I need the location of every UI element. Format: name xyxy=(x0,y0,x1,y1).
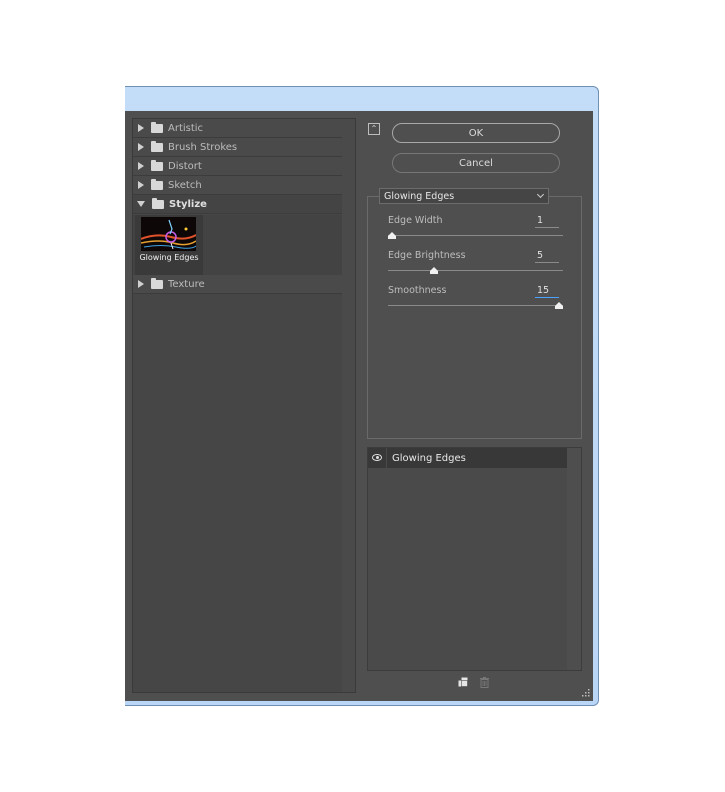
stylize-thumbnails: Glowing Edges xyxy=(133,215,343,275)
filter-gallery-dialog: Artistic Brush Strokes Distort Sketch St xyxy=(125,111,593,701)
folder-label: Distort xyxy=(168,160,202,172)
new-effect-layer-icon[interactable] xyxy=(458,677,469,688)
expand-arrow-icon[interactable] xyxy=(138,181,144,189)
filter-thumbnail-glowing-edges[interactable]: Glowing Edges xyxy=(135,215,203,275)
double-chevron-up-icon: ⌃ xyxy=(370,124,378,133)
folder-icon xyxy=(151,159,163,171)
edge-brightness-input[interactable]: 5 xyxy=(535,250,559,263)
folder-label: Sketch xyxy=(168,179,202,191)
effect-layer-glowing-edges[interactable]: Glowing Edges xyxy=(368,448,567,468)
folder-icon xyxy=(151,178,163,190)
edge-width-input[interactable]: 1 xyxy=(535,215,559,228)
effect-layers-panel: Glowing Edges xyxy=(367,447,582,671)
folder-icon xyxy=(151,121,163,133)
edge-width-slider[interactable] xyxy=(388,235,563,236)
cancel-button[interactable]: Cancel xyxy=(392,153,560,173)
folder-stylize[interactable]: Stylize xyxy=(133,195,343,214)
smoothness-input[interactable]: 15 xyxy=(535,285,559,298)
folder-label: Texture xyxy=(168,278,205,290)
folder-distort[interactable]: Distort xyxy=(133,157,343,176)
glowing-edges-thumbnail xyxy=(141,217,196,251)
folder-icon xyxy=(151,140,163,152)
ok-button[interactable]: OK xyxy=(392,123,560,143)
folder-sketch[interactable]: Sketch xyxy=(133,176,343,195)
expand-arrow-icon[interactable] xyxy=(138,280,144,288)
effect-layer-label: Glowing Edges xyxy=(392,452,466,464)
folder-label: Artistic xyxy=(168,122,204,134)
collapse-gallery-button[interactable]: ⌃ xyxy=(368,123,380,135)
edge-width-slider-thumb[interactable] xyxy=(388,232,396,239)
resize-grip-icon[interactable] xyxy=(582,689,590,697)
edge-width-label: Edge Width xyxy=(388,215,443,226)
layers-scrollbar[interactable] xyxy=(567,448,581,670)
filter-select-value: Glowing Edges xyxy=(384,190,455,202)
folder-artistic[interactable]: Artistic xyxy=(133,119,343,138)
smoothness-label: Smoothness xyxy=(388,285,447,296)
edge-brightness-slider[interactable] xyxy=(388,270,563,271)
thumbnail-label: Glowing Edges xyxy=(139,253,199,262)
eye-icon[interactable] xyxy=(368,448,387,468)
folder-brush-strokes[interactable]: Brush Strokes xyxy=(133,138,343,157)
folder-texture[interactable]: Texture xyxy=(133,275,343,294)
smoothness-slider[interactable] xyxy=(388,305,563,306)
filter-select[interactable]: Glowing Edges xyxy=(379,188,549,204)
folder-label: Brush Strokes xyxy=(168,141,238,153)
tree-scrollbar[interactable] xyxy=(342,119,355,692)
expand-arrow-icon[interactable] xyxy=(138,143,144,151)
expand-arrow-icon[interactable] xyxy=(138,124,144,132)
filter-settings-group xyxy=(367,196,582,439)
filter-tree-panel: Artistic Brush Strokes Distort Sketch St xyxy=(132,118,356,693)
chevron-down-icon xyxy=(536,190,545,199)
delete-effect-layer-icon[interactable] xyxy=(479,677,490,688)
collapse-arrow-icon[interactable] xyxy=(137,201,145,207)
smoothness-slider-thumb[interactable] xyxy=(555,302,563,309)
edge-brightness-slider-thumb[interactable] xyxy=(429,267,438,274)
folder-label: Stylize xyxy=(169,198,207,210)
dialog-window: Artistic Brush Strokes Distort Sketch St xyxy=(125,86,599,706)
expand-arrow-icon[interactable] xyxy=(138,162,144,170)
open-folder-icon xyxy=(152,197,164,209)
folder-icon xyxy=(151,277,163,289)
edge-brightness-label: Edge Brightness xyxy=(388,250,466,261)
